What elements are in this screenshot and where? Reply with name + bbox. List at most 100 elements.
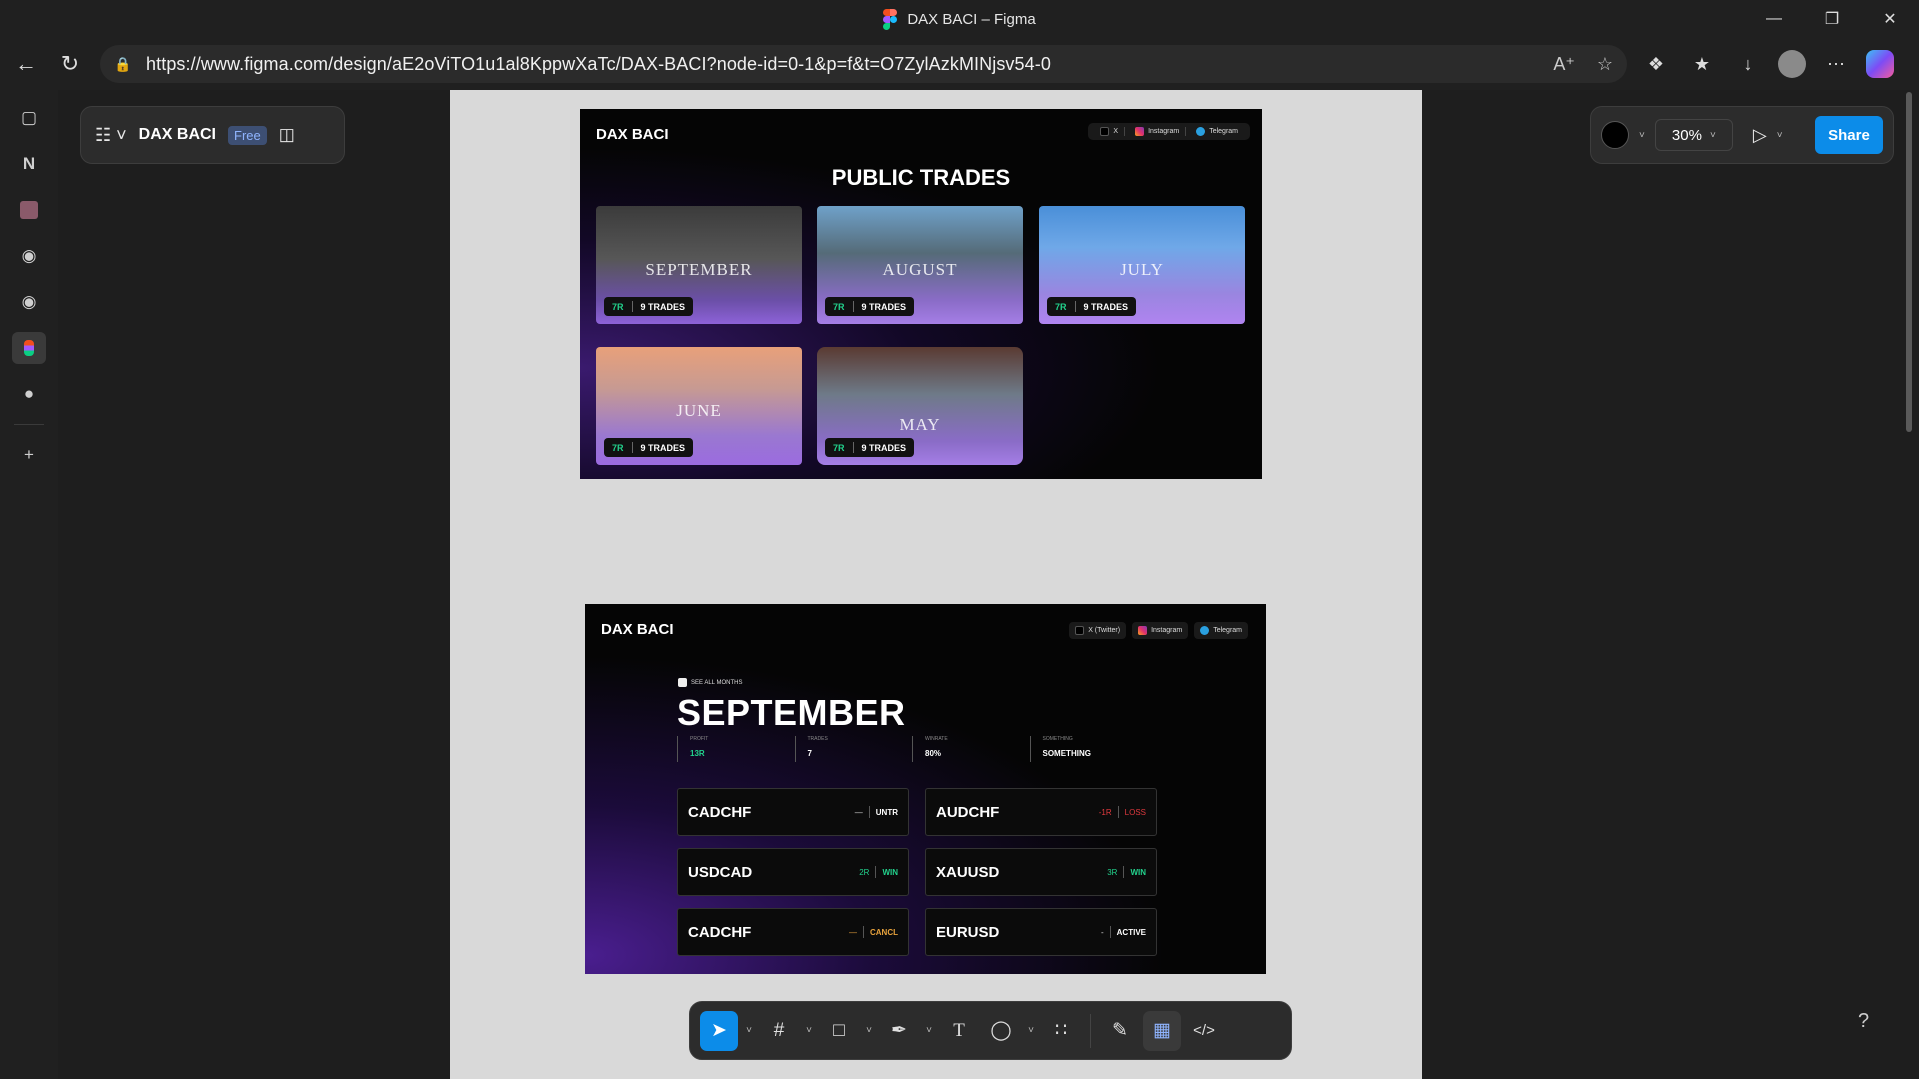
sidebar-divider — [14, 424, 44, 425]
back-button[interactable]: ← — [4, 44, 48, 84]
read-aloud-icon[interactable]: A⁺ — [1553, 54, 1575, 75]
social-instagram[interactable]: Instagram — [1129, 127, 1187, 136]
figma-icon[interactable] — [12, 332, 46, 364]
comment-tool-icon[interactable]: ◯ — [982, 1011, 1020, 1051]
url-text: https://www.figma.com/design/aE2oViTO1u1… — [146, 53, 1051, 74]
frame-month-detail[interactable]: DAX BACI X (Twitter) Instagram Telegram … — [585, 604, 1266, 974]
card-stats: 7R 9 TRADES — [604, 438, 694, 457]
copilot-icon[interactable] — [1866, 50, 1894, 78]
dev-mode-icon[interactable]: </> — [1185, 1011, 1223, 1051]
github-icon[interactable]: ◉ — [12, 240, 46, 272]
figma-toolbar: ➤ ˅ # ˅ □ ˅ ✒ ˅ T ◯ ˅ ∷ ✎ ▦ </> — [689, 1001, 1292, 1060]
month-title: SEPTEMBER — [677, 692, 906, 733]
add-icon[interactable]: + — [12, 439, 46, 471]
chevron-down-icon[interactable]: ˅ — [1777, 130, 1783, 141]
stat-winrate: WINRATE 80% — [912, 736, 1030, 762]
social-x[interactable]: X (Twitter) — [1069, 622, 1127, 639]
month-stats: PROFIT 13R TRADES 7 WINRATE 80% SOMETHING SO… — [677, 736, 1147, 762]
github-icon[interactable]: ● — [12, 378, 46, 410]
favorites-icon[interactable]: ★ — [1686, 48, 1718, 80]
month-card[interactable]: MAY 7R 9 TRADES — [817, 347, 1023, 465]
address-bar[interactable]: 🔒 https://www.figma.com/design/aE2oViTO1… — [100, 45, 1627, 83]
lock-icon: 🔒 — [114, 55, 132, 72]
card-stats: 7R 9 TRADES — [604, 297, 694, 316]
card-month: JULY — [1120, 260, 1164, 279]
card-stats: 7R 9 TRADES — [825, 438, 915, 457]
design-mode-icon[interactable]: ▦ — [1143, 1010, 1181, 1051]
chevron-down-icon[interactable]: ˅ — [742, 1025, 756, 1036]
move-tool-icon[interactable]: ➤ — [700, 1010, 738, 1051]
present-icon[interactable]: ▷ — [1753, 125, 1767, 146]
card-month: SEPTEMBER — [645, 260, 753, 279]
trade-row[interactable]: USDCAD 2R WIN — [677, 848, 909, 896]
favorite-star-icon[interactable]: ☆ — [1597, 54, 1613, 75]
window-title: DAX BACI – Figma — [907, 10, 1036, 28]
toolbar-divider — [1090, 1013, 1091, 1048]
trade-row[interactable]: CADCHF — CANCL — [677, 908, 909, 956]
chevron-down-icon[interactable]: ˅ — [862, 1025, 876, 1036]
file-dock: ☷ ˅ DAX BACI Free ◫ — [80, 106, 345, 164]
reload-button[interactable]: ↻ — [48, 44, 92, 84]
back-icon — [678, 678, 687, 687]
file-name[interactable]: DAX BACI — [139, 126, 216, 144]
top-right-controls: ˅ 30% ˅ ▷ ˅ Share — [1590, 106, 1894, 164]
window-title-group: DAX BACI – Figma — [883, 8, 1036, 30]
minimize-button[interactable]: — — [1745, 0, 1803, 38]
social-x[interactable]: X — [1094, 127, 1126, 136]
month-card[interactable]: SEPTEMBER 7R 9 TRADES — [596, 206, 802, 324]
profile-avatar[interactable] — [1778, 50, 1806, 78]
text-tool-icon[interactable]: T — [940, 1011, 978, 1051]
social-instagram[interactable]: Instagram — [1132, 622, 1189, 639]
chevron-down-icon[interactable]: ˅ — [802, 1025, 816, 1036]
see-all-months-link[interactable]: SEE ALL MONTHS — [678, 678, 742, 687]
brand-logo: DAX BACI — [596, 126, 669, 143]
social-links: X (Twitter) Instagram Telegram — [1063, 618, 1254, 643]
github-icon[interactable]: ◉ — [12, 286, 46, 318]
vertical-scrollbar[interactable] — [1906, 92, 1912, 432]
frame-public-trades[interactable]: DAX BACI X Instagram Telegram PUBLIC TRA… — [580, 109, 1262, 479]
chevron-down-icon[interactable]: ˅ — [922, 1025, 936, 1036]
month-card[interactable]: JUNE 7R 9 TRADES — [596, 347, 802, 465]
restore-button[interactable]: ❐ — [1803, 0, 1861, 38]
frame-tool-icon[interactable]: # — [760, 1011, 798, 1051]
more-menu-icon[interactable]: ⋯ — [1820, 48, 1852, 80]
profile-icon[interactable] — [12, 194, 46, 226]
card-month: JUNE — [676, 401, 722, 420]
trade-row[interactable]: EURUSD - ACTIVE — [925, 908, 1157, 956]
user-avatar[interactable] — [1601, 121, 1629, 149]
close-button[interactable]: ✕ — [1861, 0, 1919, 38]
trade-row[interactable]: AUDCHF -1R LOSS — [925, 788, 1157, 836]
tabs-icon[interactable]: ▢ — [12, 102, 46, 134]
month-card[interactable]: AUGUST 7R 9 TRADES — [817, 206, 1023, 324]
share-button[interactable]: Share — [1815, 116, 1883, 154]
card-month: MAY — [899, 415, 941, 434]
zoom-control[interactable]: 30% ˅ — [1654, 119, 1733, 151]
trade-list: CADCHF — UNTR AUDCHF -1R LOSS USDCAD 2R WIN XA… — [677, 788, 1157, 956]
figma-icon — [883, 8, 898, 30]
notion-icon[interactable]: N — [12, 148, 46, 180]
pen-tool-icon[interactable]: ✒ — [880, 1011, 918, 1051]
main-menu-icon[interactable]: ☷ ˅ — [95, 125, 127, 146]
stat-trades: TRADES 7 — [794, 736, 913, 762]
browser-toolbar: ← ↻ 🔒 https://www.figma.com/design/aE2oV… — [0, 38, 1919, 90]
plan-badge[interactable]: Free — [228, 125, 267, 145]
card-stats: 7R 9 TRADES — [825, 297, 915, 316]
trade-row[interactable]: CADCHF — UNTR — [677, 788, 909, 836]
extensions-icon[interactable]: ❖ — [1640, 48, 1672, 80]
chevron-down-icon[interactable]: ˅ — [1639, 130, 1645, 141]
trade-row[interactable]: XAUUSD 3R WIN — [925, 848, 1157, 896]
help-button[interactable]: ? — [1858, 1010, 1869, 1033]
page-title: PUBLIC TRADES — [831, 165, 1011, 190]
resources-icon[interactable]: ∷ — [1042, 1011, 1080, 1051]
card-month: AUGUST — [882, 260, 958, 279]
chevron-down-icon[interactable]: ˅ — [1024, 1025, 1038, 1036]
rectangle-tool-icon[interactable]: □ — [820, 1011, 858, 1051]
panel-toggle-icon[interactable]: ◫ — [279, 125, 295, 145]
browser-sidebar: ▢ N ◉ ◉ ● + — [0, 90, 58, 1079]
social-telegram[interactable]: Telegram — [1194, 622, 1248, 639]
downloads-icon[interactable]: ↓ — [1732, 48, 1764, 80]
window-titlebar: DAX BACI – Figma — ❐ ✕ — [0, 0, 1919, 38]
month-card[interactable]: JULY 7R 9 TRADES — [1039, 206, 1245, 324]
draw-mode-icon[interactable]: ✎ — [1101, 1011, 1139, 1051]
social-telegram[interactable]: Telegram — [1190, 127, 1244, 136]
